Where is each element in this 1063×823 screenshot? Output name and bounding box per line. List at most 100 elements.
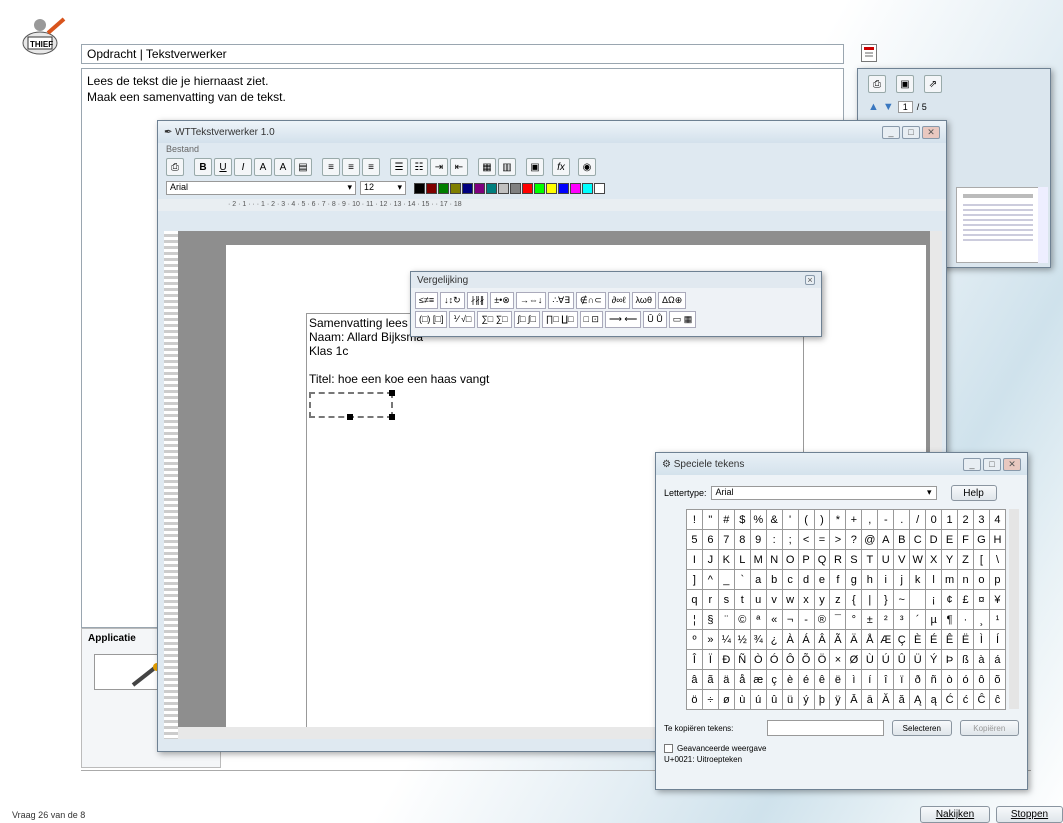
align-center-icon[interactable]: ≡ bbox=[342, 158, 360, 176]
character-cell[interactable]: ø bbox=[717, 689, 735, 710]
character-cell[interactable]: è bbox=[781, 669, 799, 690]
character-cell[interactable]: L bbox=[733, 549, 751, 570]
equation-button[interactable]: □ ⊡ bbox=[579, 311, 603, 328]
character-cell[interactable]: | bbox=[861, 589, 879, 610]
character-cell[interactable]: v bbox=[765, 589, 783, 610]
character-cell[interactable]: ¦ bbox=[686, 609, 703, 630]
character-cell[interactable]: / bbox=[909, 509, 927, 530]
color-swatch[interactable] bbox=[438, 182, 449, 194]
character-cell[interactable]: Ü bbox=[909, 649, 927, 670]
color-swatch[interactable] bbox=[486, 182, 497, 194]
equation-button[interactable]: ∑□ ∑□ bbox=[477, 311, 512, 328]
character-cell[interactable]: Ñ bbox=[733, 649, 751, 670]
character-cell[interactable]: ( bbox=[797, 509, 815, 530]
character-cell[interactable]: ¨ bbox=[717, 609, 735, 630]
character-cell[interactable]: ð bbox=[909, 669, 927, 690]
color-swatch[interactable] bbox=[522, 182, 533, 194]
character-cell[interactable]: Ì bbox=[972, 629, 990, 650]
character-cell[interactable]: I bbox=[686, 549, 703, 570]
character-cell[interactable]: T bbox=[861, 549, 879, 570]
character-cell[interactable]: ā bbox=[861, 689, 879, 710]
character-cell[interactable]: b bbox=[765, 569, 783, 590]
equation-button[interactable]: λωθ bbox=[631, 292, 656, 309]
character-cell[interactable]: u bbox=[749, 589, 767, 610]
equation-button[interactable]: ∫□ ∫□ bbox=[513, 311, 540, 328]
character-cell[interactable]: « bbox=[765, 609, 783, 630]
character-cell[interactable]: Î bbox=[686, 649, 703, 670]
character-cell[interactable]: N bbox=[765, 549, 783, 570]
equation-button[interactable]: ∤∦∦ bbox=[466, 292, 489, 309]
grid-scrollbar[interactable] bbox=[1009, 509, 1019, 709]
color-swatch[interactable] bbox=[594, 182, 605, 194]
character-cell[interactable]: æ bbox=[749, 669, 767, 690]
character-cell[interactable]: F bbox=[957, 529, 974, 550]
character-cell[interactable]: ¶ bbox=[941, 609, 959, 630]
character-cell[interactable]: ° bbox=[845, 609, 863, 630]
character-cell[interactable]: ë bbox=[829, 669, 847, 690]
character-cell[interactable]: þ bbox=[813, 689, 831, 710]
align-right-icon[interactable]: ≡ bbox=[362, 158, 380, 176]
character-cell[interactable]: 7 bbox=[717, 529, 735, 550]
equation-button[interactable]: (□) [□] bbox=[415, 311, 448, 328]
character-cell[interactable]: > bbox=[829, 529, 847, 550]
color-swatch[interactable] bbox=[450, 182, 461, 194]
character-cell[interactable]: O bbox=[781, 549, 799, 570]
character-cell[interactable]: õ bbox=[988, 669, 1007, 690]
character-cell[interactable]: ª bbox=[749, 609, 767, 630]
character-cell[interactable]: j bbox=[893, 569, 911, 590]
color-swatch[interactable] bbox=[546, 182, 557, 194]
character-cell[interactable]: Ò bbox=[749, 649, 767, 670]
character-cell[interactable]: § bbox=[701, 609, 719, 630]
character-cell[interactable]: Ê bbox=[941, 629, 959, 650]
equation-button[interactable]: ⅟ √□ bbox=[449, 311, 476, 328]
character-cell[interactable]: 3 bbox=[972, 509, 990, 530]
character-cell[interactable]: . bbox=[893, 509, 911, 530]
character-cell[interactable]: ¸ bbox=[972, 609, 990, 630]
character-cell[interactable]: ± bbox=[861, 609, 879, 630]
character-cell[interactable]: â bbox=[686, 669, 703, 690]
character-cell[interactable]: 6 bbox=[701, 529, 719, 550]
character-cell[interactable]: ñ bbox=[925, 669, 943, 690]
character-cell[interactable]: , bbox=[861, 509, 879, 530]
color-swatch[interactable] bbox=[510, 182, 521, 194]
character-cell[interactable]: e bbox=[813, 569, 831, 590]
character-cell[interactable]: [ bbox=[972, 549, 990, 570]
character-cell[interactable]: n bbox=[957, 569, 974, 590]
application-word-processor-icon[interactable] bbox=[94, 654, 164, 690]
character-cell[interactable]: Ó bbox=[765, 649, 783, 670]
character-cell[interactable]: Ą bbox=[909, 689, 927, 710]
table-icon[interactable]: ▦ bbox=[478, 158, 496, 176]
character-cell[interactable]: & bbox=[765, 509, 783, 530]
color-swatch[interactable] bbox=[498, 182, 509, 194]
print-icon[interactable]: ⎙ bbox=[166, 158, 184, 176]
character-cell[interactable]: C bbox=[909, 529, 927, 550]
character-cell[interactable]: - bbox=[877, 509, 895, 530]
character-cell[interactable]: Ö bbox=[813, 649, 831, 670]
character-cell[interactable]: \ bbox=[988, 549, 1007, 570]
character-cell[interactable]: J bbox=[701, 549, 719, 570]
character-cell[interactable]: ¾ bbox=[749, 629, 767, 650]
character-cell[interactable]: à bbox=[972, 649, 990, 670]
character-cell[interactable]: Å bbox=[861, 629, 879, 650]
character-cell[interactable]: 5 bbox=[686, 529, 703, 550]
character-cell[interactable]: Ã bbox=[829, 629, 847, 650]
maximize-icon[interactable]: □ bbox=[983, 457, 1001, 471]
character-cell[interactable]: Ă bbox=[877, 689, 895, 710]
character-cell[interactable]: p bbox=[988, 569, 1007, 590]
equation-button[interactable]: ∏□ ∐□ bbox=[541, 311, 578, 328]
character-cell[interactable]: À bbox=[781, 629, 799, 650]
font-size-down-icon[interactable]: A bbox=[274, 158, 292, 176]
character-cell[interactable]: é bbox=[797, 669, 815, 690]
character-cell[interactable]: ï bbox=[893, 669, 911, 690]
pdf-scrollbar[interactable] bbox=[1038, 187, 1048, 263]
character-cell[interactable]: ) bbox=[813, 509, 831, 530]
page-current[interactable]: 1 bbox=[897, 101, 913, 113]
underline-icon[interactable]: U bbox=[214, 158, 232, 176]
color-swatch[interactable] bbox=[414, 182, 425, 194]
character-cell[interactable]: Z bbox=[957, 549, 974, 570]
character-cell[interactable]: h bbox=[861, 569, 879, 590]
character-cell[interactable]: Y bbox=[941, 549, 959, 570]
character-cell[interactable]: o bbox=[972, 569, 990, 590]
character-cell[interactable]: È bbox=[909, 629, 927, 650]
character-cell[interactable]: É bbox=[925, 629, 943, 650]
